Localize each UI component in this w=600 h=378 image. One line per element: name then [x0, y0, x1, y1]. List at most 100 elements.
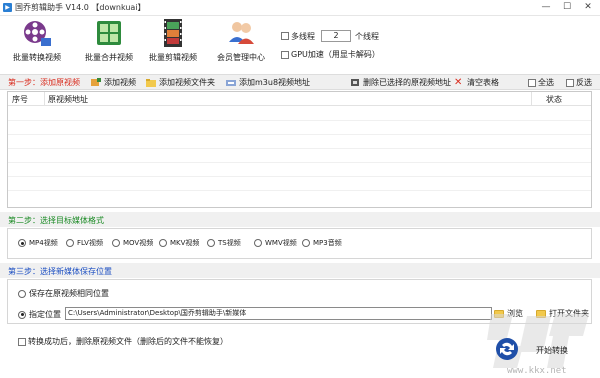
video-list-table[interactable]: 序号 原视频地址 状态	[7, 91, 592, 208]
close-button[interactable]: ✕	[580, 1, 596, 14]
users-icon	[229, 22, 254, 44]
step2-label: 第二步：选择目标媒体格式	[8, 216, 104, 225]
format-mp3-option[interactable]: MP3音频	[302, 238, 342, 248]
col-source-header: 原视频地址	[48, 95, 88, 104]
start-convert-button[interactable]: 开始转换	[494, 336, 574, 364]
gpu-option[interactable]: GPU加速（用显卡解码）	[281, 49, 380, 60]
format-label: MP4视频	[29, 239, 58, 247]
add-folder-label: 添加视频文件夹	[159, 78, 215, 87]
radio-button[interactable]	[302, 239, 310, 247]
clear-x-icon: ✕	[454, 77, 463, 88]
radio-button[interactable]	[18, 239, 26, 247]
member-center-button[interactable]: 会员管理中心	[206, 18, 276, 68]
col-status-header: 状态	[546, 95, 562, 104]
delete-after-label: 转换成功后，删除原视频文件（删除后的文件不能恢复）	[28, 337, 228, 346]
format-mov-option[interactable]: MOV视频	[112, 238, 153, 248]
invert-checkbox[interactable]	[566, 78, 574, 87]
main-toolbar: 批量转换视频 批量合并视频 批量剪辑视频 会员管理中心 多线程 2 个线程 GP…	[0, 16, 600, 72]
col-index-header: 序号	[12, 95, 28, 104]
radio-button[interactable]	[18, 310, 26, 319]
grid-merge-icon	[97, 21, 121, 45]
add-m3u8-button[interactable]: 添加m3u8视频地址	[226, 76, 310, 89]
invert-label: 反选	[576, 78, 592, 87]
gpu-label: GPU加速（用显卡解码）	[291, 50, 380, 59]
step1-label: 第一步：添加原视频	[8, 78, 80, 87]
format-label: MOV视频	[123, 239, 154, 247]
radio-button[interactable]	[207, 239, 215, 247]
format-label: MP3音频	[313, 239, 342, 247]
delete-after-checkbox[interactable]	[18, 337, 26, 346]
format-label: WMV视频	[265, 239, 297, 247]
custom-location-label: 指定位置	[29, 310, 61, 319]
format-ts-option[interactable]: TS视频	[207, 238, 241, 248]
format-label: TS视频	[218, 239, 241, 247]
format-mkv-option[interactable]: MKV视频	[159, 238, 199, 248]
delete-selected-button[interactable]: 删除已选择的原视频地址	[350, 76, 451, 89]
minimize-button[interactable]: —	[538, 1, 554, 14]
batch-merge-label: 批量合并视频	[85, 53, 133, 62]
batch-merge-button[interactable]: 批量合并视频	[74, 18, 144, 68]
row-line	[8, 176, 591, 177]
format-label: MKV视频	[170, 239, 200, 247]
title-bar: ▶ 国乔剪辑助手 V14.0 【downkuai】 — ☐ ✕	[0, 0, 600, 16]
start-convert-label: 开始转换	[536, 346, 568, 355]
select-all-checkbox[interactable]	[528, 78, 536, 87]
format-mp4-option[interactable]: MP4视频	[18, 238, 58, 248]
format-label: FLV视频	[77, 239, 103, 247]
column-divider	[44, 92, 45, 106]
film-reel-icon	[24, 21, 51, 46]
multithread-label: 多线程	[291, 31, 315, 41]
delete-after-option[interactable]: 转换成功后，删除原视频文件（删除后的文件不能恢复）	[18, 336, 228, 347]
select-all-label: 全选	[538, 78, 554, 87]
step2-bar: 第二步：选择目标媒体格式	[0, 212, 600, 227]
radio-button[interactable]	[254, 239, 262, 247]
maximize-button[interactable]: ☐	[559, 1, 575, 14]
row-line	[8, 162, 591, 163]
batch-edit-button[interactable]: 批量剪辑视频	[138, 18, 208, 68]
delete-icon	[351, 79, 359, 86]
radio-button[interactable]	[18, 289, 26, 298]
watermark-url: www.kkx.net	[507, 366, 567, 376]
add-video-icon	[91, 78, 101, 86]
custom-location-option[interactable]: 指定位置	[18, 309, 61, 320]
clear-table-button[interactable]: ✕ 清空表格	[454, 76, 499, 89]
radio-button[interactable]	[66, 239, 74, 247]
same-location-label: 保存在原视频相同位置	[29, 289, 109, 298]
window-title: 国乔剪辑助手 V14.0 【downkuai】	[15, 3, 146, 12]
batch-convert-button[interactable]: 批量转换视频	[2, 18, 72, 68]
column-divider	[531, 92, 532, 106]
select-all-button[interactable]: 全选	[528, 76, 554, 89]
add-video-label: 添加视频	[104, 78, 136, 87]
step3-bar: 第三步：选择新媒体保存位置	[0, 263, 600, 278]
thread-unit-label: 个线程	[355, 31, 379, 41]
film-strip-icon	[164, 19, 182, 47]
format-flv-option[interactable]: FLV视频	[66, 238, 103, 248]
save-path-input[interactable]: C:\Users\Administrator\Desktop\国乔剪辑助手\新媒…	[65, 307, 492, 320]
add-folder-icon	[146, 79, 156, 87]
row-line	[8, 148, 591, 149]
app-logo-icon: ▶	[3, 3, 12, 12]
clear-table-label: 清空表格	[467, 78, 499, 87]
same-location-option[interactable]: 保存在原视频相同位置	[18, 288, 109, 299]
format-panel: MP4视频 FLV视频 MOV视频 MKV视频 TS视频 WMV视频 MP3音频	[7, 228, 592, 259]
row-line	[8, 134, 591, 135]
thread-count-input[interactable]: 2	[321, 30, 351, 42]
row-line	[8, 190, 591, 191]
link-icon	[226, 80, 236, 86]
add-folder-button[interactable]: 添加视频文件夹	[146, 76, 215, 89]
table-header: 序号 原视频地址 状态	[8, 92, 591, 106]
invert-selection-button[interactable]: 反选	[566, 76, 592, 89]
delete-selected-label: 删除已选择的原视频地址	[363, 78, 451, 87]
radio-button[interactable]	[159, 239, 167, 247]
radio-button[interactable]	[112, 239, 120, 247]
step3-label: 第三步：选择新媒体保存位置	[8, 267, 112, 276]
format-wmv-option[interactable]: WMV视频	[254, 238, 297, 248]
gpu-checkbox[interactable]	[281, 50, 289, 59]
add-m3u8-label: 添加m3u8视频地址	[239, 78, 311, 87]
convert-arrows-icon	[496, 338, 518, 360]
multithread-option[interactable]: 多线程 2 个线程	[281, 30, 379, 42]
batch-convert-label: 批量转换视频	[13, 53, 61, 62]
multithread-checkbox[interactable]	[281, 32, 289, 40]
batch-edit-label: 批量剪辑视频	[149, 53, 197, 62]
add-video-button[interactable]: 添加视频	[91, 76, 136, 89]
